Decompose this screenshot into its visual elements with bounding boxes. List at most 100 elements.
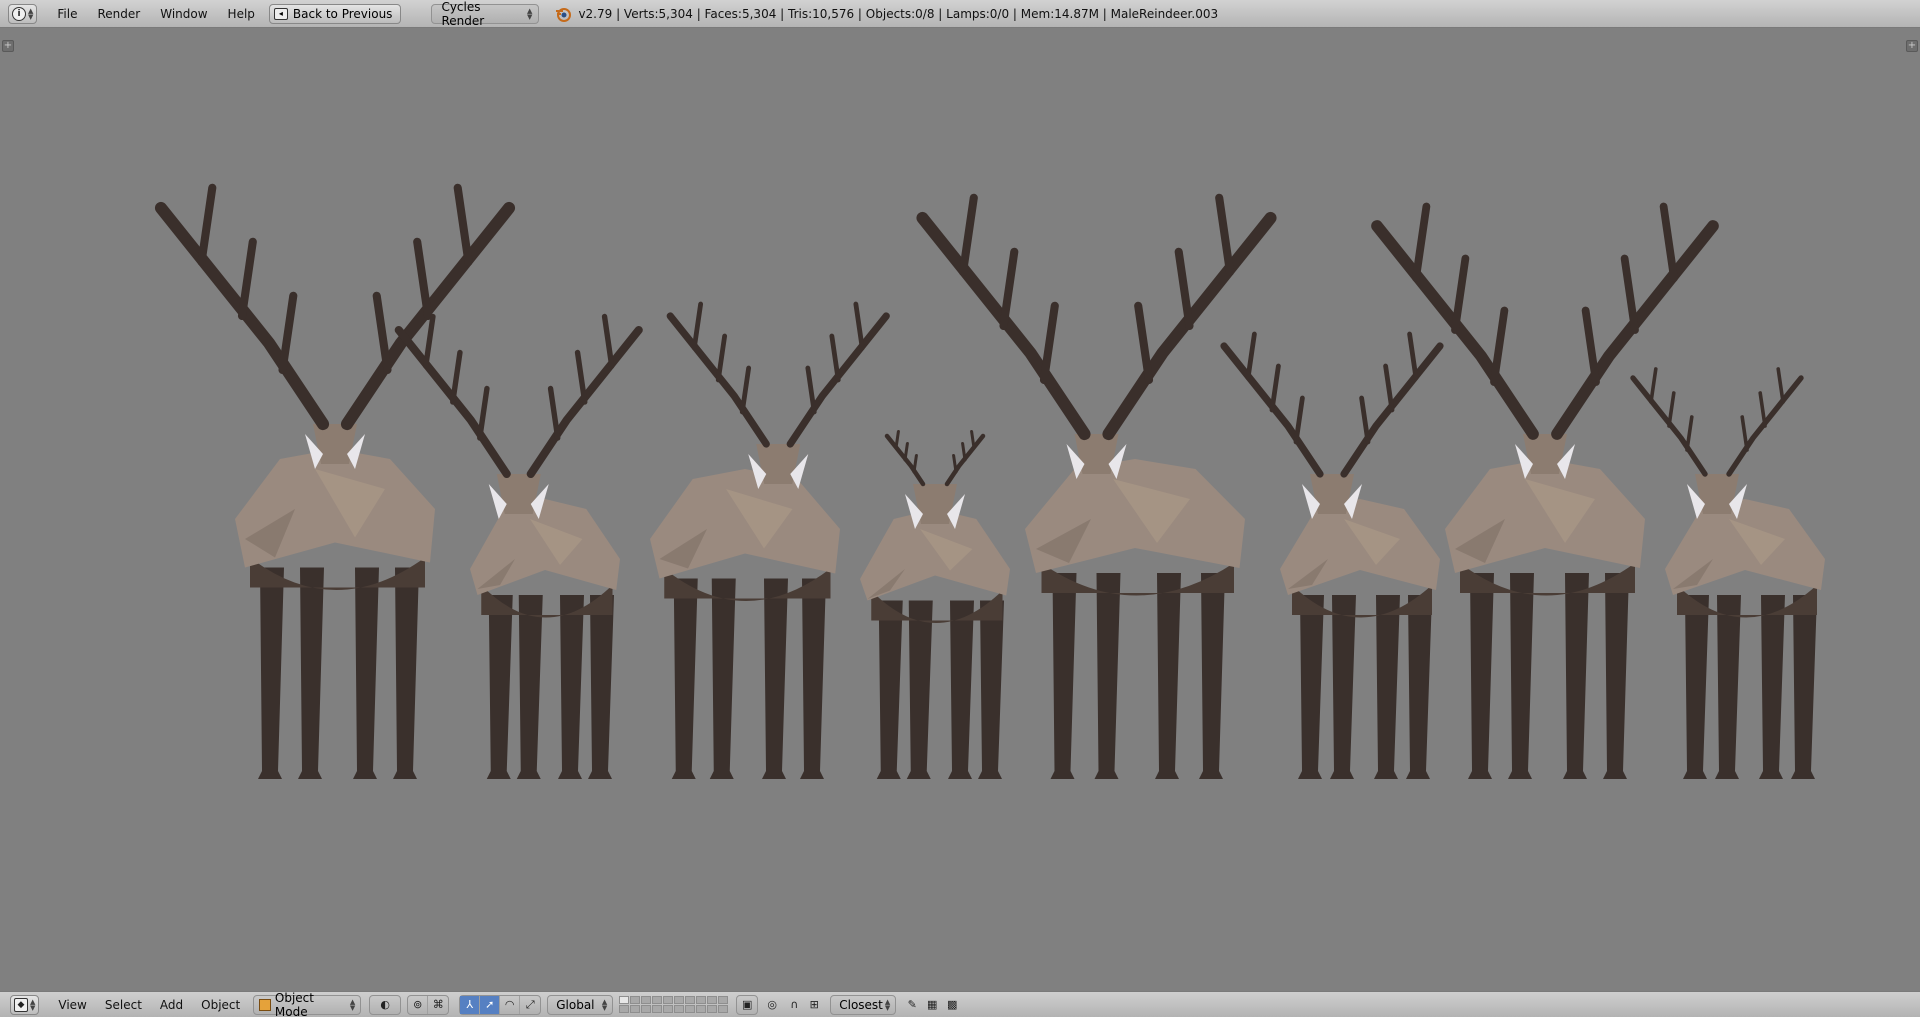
manipulator-group: ⅄ ➚ ◠ ⤢ bbox=[459, 994, 542, 1015]
transform-orientation-select[interactable]: Global ▲ ▼ bbox=[547, 994, 614, 1015]
reindeer-leg bbox=[558, 595, 584, 779]
scene-layers[interactable] bbox=[619, 996, 729, 1013]
menu-view[interactable]: View bbox=[49, 998, 95, 1012]
reindeer-8 bbox=[1630, 367, 1825, 779]
reindeer-antler-tine bbox=[1134, 301, 1154, 385]
menu-object[interactable]: Object bbox=[192, 998, 249, 1012]
snap-target-select[interactable]: Closest ▲ ▼ bbox=[830, 994, 897, 1015]
opengl-render-group: ✎ ▦ ▩ bbox=[902, 995, 962, 1015]
layer-13[interactable] bbox=[696, 996, 707, 1004]
editor-type-selector[interactable]: ◆ ▲ ▼ bbox=[10, 994, 40, 1015]
updown-arrows-icon: ▲ ▼ bbox=[884, 997, 891, 1012]
reindeer-leg bbox=[671, 578, 698, 779]
reindeer-leg bbox=[353, 567, 379, 779]
render-image-icon[interactable]: ▦ bbox=[922, 996, 942, 1014]
proportional-edit-group: ◎ bbox=[762, 995, 782, 1015]
scene-statistics: v2.79 | Verts:5,304 | Faces:5,304 | Tris… bbox=[578, 6, 1219, 21]
object-mode-icon bbox=[259, 998, 271, 1011]
reindeer-herd-render bbox=[154, 183, 1825, 779]
solid-shading-icon: ◐ bbox=[380, 998, 391, 1011]
layer-8[interactable] bbox=[641, 1005, 652, 1013]
pivot-center-icon[interactable]: ⌘ bbox=[428, 996, 448, 1014]
reindeer-leg bbox=[1330, 595, 1356, 779]
layer-9[interactable] bbox=[652, 1005, 663, 1013]
layer-12[interactable] bbox=[685, 996, 696, 1004]
info-menu-bar: File Render Window Help bbox=[47, 4, 265, 24]
reindeer-leg bbox=[1199, 573, 1225, 779]
reindeer-antler-tine bbox=[970, 430, 976, 450]
layer-16[interactable] bbox=[674, 1005, 685, 1013]
reindeer-antler-tine bbox=[715, 333, 728, 383]
menu-file[interactable]: File bbox=[47, 4, 87, 24]
layer-17[interactable] bbox=[685, 1005, 696, 1013]
reindeer-5 bbox=[916, 193, 1277, 779]
reindeer-4 bbox=[860, 430, 1010, 779]
layer-18[interactable] bbox=[696, 1005, 707, 1013]
layer-7[interactable] bbox=[630, 1005, 641, 1013]
editor-type-selector[interactable]: i ▲ ▼ bbox=[8, 3, 38, 24]
reindeer-antler-tine bbox=[1758, 391, 1767, 428]
lock-camera-icon[interactable]: ▣ bbox=[737, 996, 757, 1014]
reindeer-antler-tine bbox=[1383, 363, 1395, 413]
menu-select[interactable]: Select bbox=[96, 998, 151, 1012]
overlay-icon[interactable]: ✎ bbox=[902, 996, 922, 1014]
proportional-edit-icon[interactable]: ◎ bbox=[762, 996, 782, 1014]
manipulator-toggle-icon[interactable]: ⅄ bbox=[460, 995, 481, 1014]
menu-render[interactable]: Render bbox=[87, 4, 150, 24]
layer-10[interactable] bbox=[663, 1005, 674, 1013]
interaction-mode-select[interactable]: Object Mode ▲ ▼ bbox=[253, 991, 362, 1017]
layer-2[interactable] bbox=[630, 996, 641, 1004]
reindeer-leg bbox=[588, 595, 614, 779]
reindeer-antler-tine bbox=[999, 247, 1019, 331]
info-header: i ▲ ▼ File Render Window Help ◂ Back to P… bbox=[0, 0, 1920, 28]
menu-add[interactable]: Add bbox=[151, 998, 192, 1012]
rotate-icon[interactable]: ◠ bbox=[500, 995, 521, 1014]
pivot-group: ⊚ ⌘ bbox=[407, 994, 450, 1015]
layer-14[interactable] bbox=[707, 996, 718, 1004]
reindeer-leg bbox=[1050, 573, 1077, 779]
reindeer-leg bbox=[1759, 595, 1785, 779]
layer-3[interactable] bbox=[641, 996, 652, 1004]
render-engine-select[interactable]: Cycles Render ▲ ▼ bbox=[431, 0, 540, 28]
layer-4[interactable] bbox=[652, 996, 663, 1004]
reindeer-leg bbox=[709, 578, 736, 779]
reindeer-antler-tine bbox=[1359, 395, 1371, 445]
scale-icon[interactable]: ⤢ bbox=[520, 996, 540, 1014]
snap-element-icon[interactable]: ⊞ bbox=[804, 996, 824, 1014]
3d-view-icon: ◆ bbox=[14, 997, 28, 1012]
menu-help[interactable]: Help bbox=[218, 4, 265, 24]
updown-arrows-icon: ▲ ▼ bbox=[349, 997, 356, 1012]
render-animation-icon[interactable]: ▩ bbox=[942, 996, 962, 1014]
reindeer-antler-tine bbox=[423, 313, 436, 369]
layer-6[interactable] bbox=[619, 1005, 630, 1013]
layer-19[interactable] bbox=[707, 1005, 718, 1013]
layer-20[interactable] bbox=[718, 1005, 729, 1013]
reindeer-antler-tine bbox=[477, 385, 490, 441]
reindeer-leg bbox=[1406, 595, 1432, 779]
reindeer-leg bbox=[516, 595, 543, 779]
reindeer-leg bbox=[258, 567, 284, 779]
pivot-point-icon[interactable]: ⊚ bbox=[408, 995, 429, 1014]
reindeer-antler-tine bbox=[1039, 301, 1059, 385]
back-to-previous-button[interactable]: ◂ Back to Previous bbox=[268, 3, 402, 24]
layer-1[interactable] bbox=[619, 996, 630, 1004]
layer-15[interactable] bbox=[718, 996, 729, 1004]
translate-icon[interactable]: ➚ bbox=[480, 995, 501, 1014]
reindeer-antler-tine bbox=[829, 333, 841, 383]
layer-11[interactable] bbox=[674, 996, 685, 1004]
layer-5[interactable] bbox=[663, 996, 674, 1004]
3d-viewport[interactable]: + + bbox=[0, 29, 1920, 991]
reindeer-leg bbox=[800, 578, 826, 779]
viewport-shading-select[interactable]: ◐ bbox=[369, 994, 402, 1015]
reindeer-leg bbox=[906, 600, 933, 779]
snap-magnet-icon[interactable]: ∩ bbox=[784, 996, 804, 1014]
reindeer-antler-tine bbox=[1407, 331, 1419, 381]
snap-target-label: Closest bbox=[839, 997, 883, 1012]
reindeer-antler-tine bbox=[853, 301, 865, 351]
reindeer-antler-tine bbox=[739, 365, 752, 415]
info-icon: i bbox=[12, 6, 26, 21]
reindeer-antler-tine bbox=[197, 183, 217, 267]
reindeer-leg bbox=[1715, 595, 1741, 779]
reindeer-antler-tine bbox=[1685, 415, 1694, 452]
menu-window[interactable]: Window bbox=[150, 4, 217, 24]
